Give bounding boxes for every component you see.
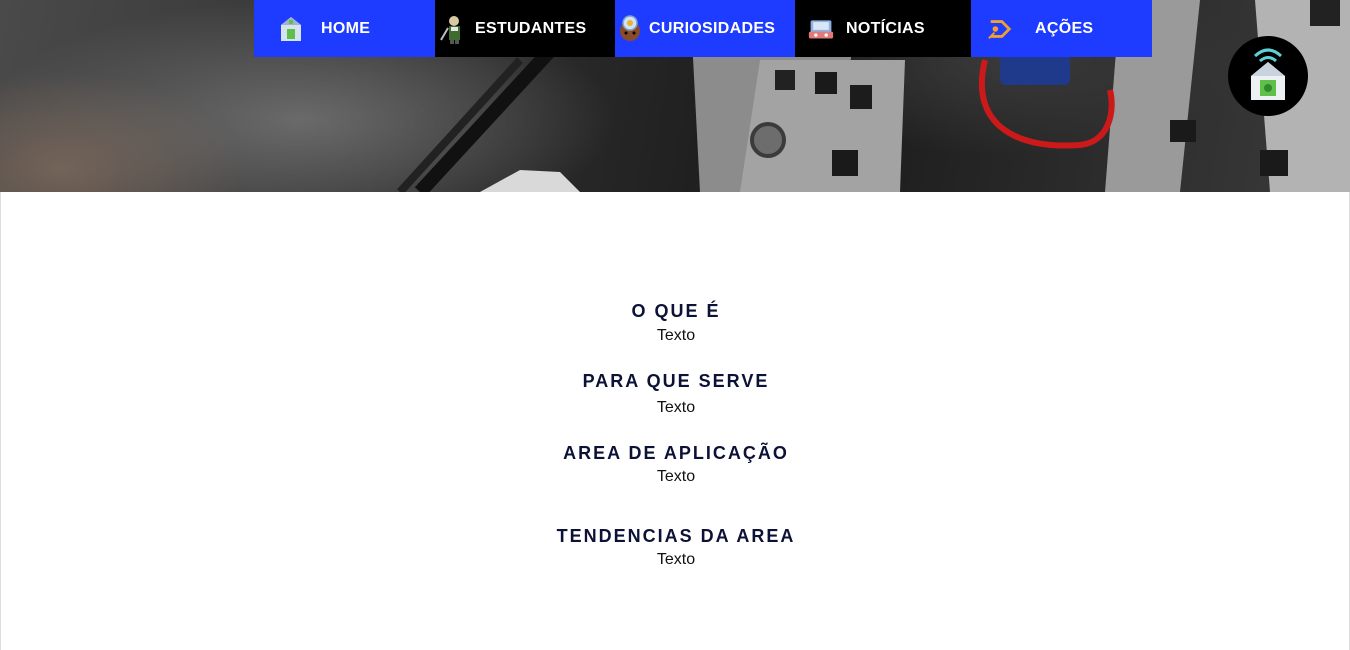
- nav-label-curiosidades: CURIOSIDADES: [649, 19, 776, 37]
- section-title: TENDENCIAS DA AREA: [556, 526, 796, 546]
- section-area-de-aplicacao: AREA DE APLICAÇÃO Texto: [1, 442, 1350, 487]
- section-title: O QUE É: [631, 301, 721, 321]
- nav-item-acoes[interactable]: AÇÕES: [971, 0, 1152, 57]
- nav-label-home: HOME: [321, 19, 371, 37]
- curiosity-icon: [617, 14, 643, 44]
- smart-home-icon: [1245, 46, 1291, 106]
- nav-item-estudantes[interactable]: ESTUDANTES: [435, 0, 615, 57]
- nav-label-estudantes: ESTUDANTES: [475, 19, 587, 37]
- section-tendencias-da-area: TENDENCIAS DA AREA Texto: [1, 525, 1350, 570]
- nav-label-acoes: AÇÕES: [1035, 19, 1094, 37]
- main-nav: HOME ESTUDANTES CURIOSIDADES NOTÍCIAS AÇ…: [254, 0, 1152, 57]
- actions-icon: [987, 14, 1013, 44]
- nav-item-home[interactable]: HOME: [254, 0, 435, 57]
- news-icon: [808, 14, 834, 44]
- section-text: Texto: [656, 327, 696, 344]
- section-title: PARA QUE SERVE: [582, 371, 770, 391]
- smart-home-button[interactable]: [1228, 36, 1308, 116]
- section-title: AREA DE APLICAÇÃO: [563, 443, 789, 463]
- home-icon: [278, 14, 304, 44]
- section-para-que-serve: PARA QUE SERVE Texto: [1, 370, 1350, 418]
- section-text: Texto: [656, 468, 696, 485]
- nav-item-curiosidades[interactable]: CURIOSIDADES: [615, 0, 795, 57]
- nav-label-noticias: NOTÍCIAS: [846, 19, 925, 37]
- section-text: Texto: [656, 551, 696, 568]
- section-text: Texto: [656, 399, 696, 416]
- section-o-que-e: O QUE É Texto: [1, 300, 1350, 346]
- student-icon: [439, 14, 465, 44]
- main-content: O QUE É Texto PARA QUE SERVE Texto AREA …: [0, 192, 1350, 650]
- nav-item-noticias[interactable]: NOTÍCIAS: [795, 0, 971, 57]
